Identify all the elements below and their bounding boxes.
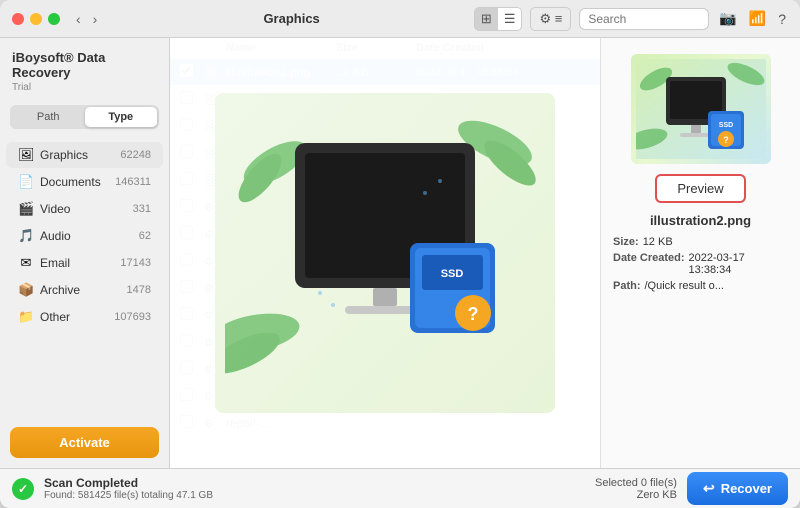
recover-label: Recover [721, 481, 772, 496]
app-trial: Trial [12, 82, 157, 93]
sidebar-list: 🖼 Graphics 62248 📄 Documents 146311 🎬 Vi… [0, 137, 169, 417]
date-created-label: Date Created: [613, 252, 685, 276]
selected-info: Selected 0 file(s) Zero KB [595, 477, 677, 501]
help-icon[interactable]: ? [776, 9, 788, 29]
sidebar-count-email: 17143 [120, 257, 151, 269]
scan-title: Scan Completed [44, 476, 213, 490]
toolbar-right: ⊞ ☰ ⚙ ≡ 📷 📶 ? [474, 7, 788, 31]
titlebar: ‹ › Graphics ⊞ ☰ ⚙ ≡ 📷 📶 ? [0, 0, 800, 38]
traffic-lights [12, 13, 60, 25]
content-area: Name Size Date Created 🖼 illustration2.p… [170, 38, 600, 468]
size-value: 12 KB [643, 236, 673, 248]
svg-text:?: ? [723, 135, 729, 145]
path-value: /Quick result o... [645, 280, 724, 292]
sidebar-item-email[interactable]: ✉ Email 17143 [6, 250, 163, 276]
forward-button[interactable]: › [89, 9, 102, 29]
main-layout: iBoysoft® Data Recovery Trial Path Type … [0, 38, 800, 468]
maximize-button[interactable] [48, 13, 60, 25]
svg-text:?: ? [468, 304, 479, 324]
preview-overlay: SSD ? [170, 38, 600, 468]
preview-filename: illustration2.png [613, 213, 788, 228]
scan-complete-text: Scan Completed Found: 581425 file(s) tot… [44, 476, 213, 501]
file-list-area: Name Size Date Created 🖼 illustration2.p… [170, 38, 600, 468]
thumbnail-svg: SSD ? [636, 59, 766, 159]
svg-text:SSD: SSD [718, 122, 732, 129]
size-label: Size: [613, 236, 639, 248]
sidebar-count-archive: 1478 [127, 284, 151, 296]
preview-thumbnail: SSD ? [631, 54, 771, 164]
file-info-date-row: Date Created: 2022-03-17 13:38:34 [613, 252, 788, 276]
sidebar-label-audio: Audio [40, 229, 133, 243]
sidebar-item-documents[interactable]: 📄 Documents 146311 [6, 169, 163, 195]
minimize-button[interactable] [30, 13, 42, 25]
documents-icon: 📄 [18, 174, 34, 190]
video-icon: 🎬 [18, 201, 34, 217]
camera-icon[interactable]: 📷 [717, 8, 738, 29]
sidebar-header: iBoysoft® Data Recovery Trial [0, 38, 169, 97]
illustration-svg: SSD ? [225, 113, 545, 393]
close-button[interactable] [12, 13, 24, 25]
sidebar-label-video: Video [40, 202, 127, 216]
scan-details: Found: 581425 file(s) totaling 47.1 GB [44, 490, 213, 501]
sidebar-count-audio: 62 [139, 230, 151, 242]
back-button[interactable]: ‹ [72, 9, 85, 29]
sidebar-label-documents: Documents [40, 175, 109, 189]
activate-button[interactable]: Activate [10, 427, 159, 458]
sidebar-count-other: 107693 [114, 311, 151, 323]
sidebar-count-video: 331 [133, 203, 151, 215]
app-window: ‹ › Graphics ⊞ ☰ ⚙ ≡ 📷 📶 ? iBoysoft® Dat… [0, 0, 800, 508]
recover-icon: ↩ [703, 480, 715, 497]
file-info-size-row: Size: 12 KB [613, 236, 788, 248]
file-info: illustration2.png Size: 12 KB Date Creat… [613, 213, 788, 296]
tab-row: Path Type [10, 105, 159, 129]
right-panel: SSD ? Preview illustration2.png Size: 12… [600, 38, 800, 468]
nav-arrows: ‹ › [72, 9, 101, 29]
status-bar: ✓ Scan Completed Found: 581425 file(s) t… [0, 468, 800, 508]
date-created-value: 2022-03-17 13:38:34 [689, 252, 788, 276]
selected-count: Selected 0 file(s) [595, 477, 677, 489]
sidebar-label-archive: Archive [40, 283, 121, 297]
graphics-icon: 🖼 [18, 147, 34, 163]
sidebar-label-graphics: Graphics [40, 148, 114, 162]
tab-path[interactable]: Path [12, 107, 85, 127]
sidebar-item-video[interactable]: 🎬 Video 331 [6, 196, 163, 222]
grid-view-button[interactable]: ⊞ [475, 8, 498, 30]
selected-size: Zero KB [595, 489, 677, 501]
app-name: iBoysoft® Data Recovery [12, 50, 157, 80]
sidebar-count-graphics: 62248 [120, 149, 151, 161]
sidebar-count-documents: 146311 [115, 176, 151, 188]
svg-text:SSD: SSD [441, 268, 464, 280]
scan-complete-icon: ✓ [12, 478, 34, 500]
preview-image-container: SSD ? [215, 93, 555, 413]
filter-button[interactable]: ⚙ ≡ [530, 7, 571, 31]
sidebar: iBoysoft® Data Recovery Trial Path Type … [0, 38, 170, 468]
audio-icon: 🎵 [18, 228, 34, 244]
sidebar-item-other[interactable]: 📁 Other 107693 [6, 304, 163, 330]
preview-button[interactable]: Preview [655, 174, 745, 203]
recover-button[interactable]: ↩ Recover [687, 472, 788, 505]
wifi-icon[interactable]: 📶 [747, 8, 768, 29]
sidebar-item-audio[interactable]: 🎵 Audio 62 [6, 223, 163, 249]
file-info-path-row: Path: /Quick result o... [613, 280, 788, 292]
search-input[interactable] [579, 8, 709, 30]
path-label: Path: [613, 280, 641, 292]
sidebar-label-other: Other [40, 310, 108, 324]
sidebar-item-graphics[interactable]: 🖼 Graphics 62248 [6, 142, 163, 168]
view-toggle: ⊞ ☰ [474, 7, 523, 31]
sidebar-activate: Activate [0, 417, 169, 468]
other-icon: 📁 [18, 309, 34, 325]
archive-icon: 📦 [18, 282, 34, 298]
email-icon: ✉ [18, 255, 34, 271]
sidebar-label-email: Email [40, 256, 114, 270]
list-view-button[interactable]: ☰ [498, 8, 522, 30]
sidebar-item-archive[interactable]: 📦 Archive 1478 [6, 277, 163, 303]
tab-type[interactable]: Type [85, 107, 158, 127]
window-title: Graphics [109, 11, 474, 26]
